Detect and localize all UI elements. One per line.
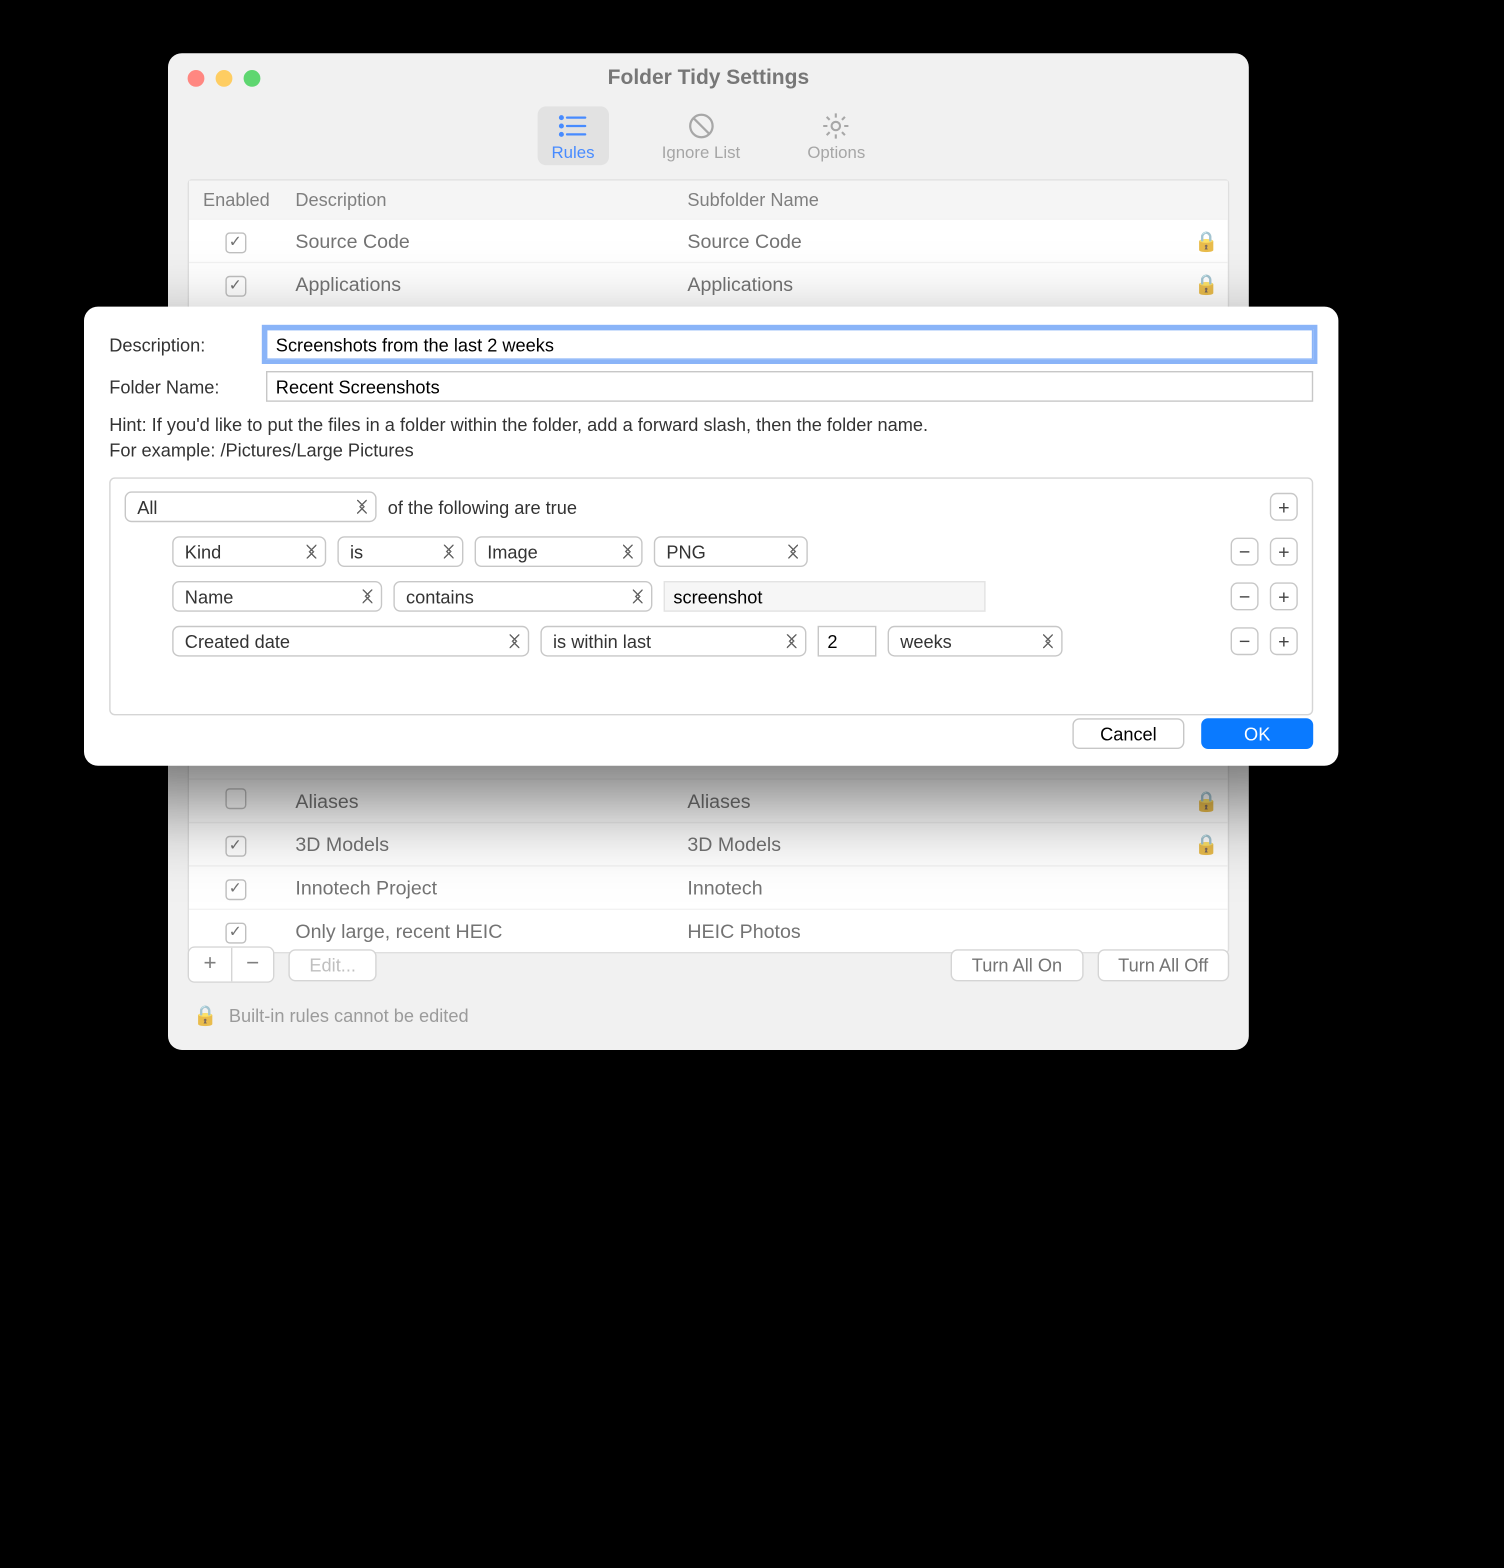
checkbox-icon[interactable] xyxy=(225,276,246,297)
add-rule-button[interactable]: + xyxy=(189,948,231,982)
cell-description: 3D Models xyxy=(281,825,673,864)
add-condition-button[interactable]: + xyxy=(1270,583,1298,611)
table-row[interactable]: Source Code Source Code 🔒 xyxy=(189,218,1228,261)
add-remove-segment: + − xyxy=(188,946,275,982)
unit-popup[interactable]: weeks xyxy=(888,626,1063,657)
table-row[interactable]: 3D Models 3D Models 🔒 xyxy=(189,822,1228,865)
remove-rule-button[interactable]: − xyxy=(231,948,273,982)
table-row[interactable]: Applications Applications 🔒 xyxy=(189,262,1228,305)
remove-condition-button[interactable]: − xyxy=(1231,628,1259,656)
minimize-icon[interactable] xyxy=(216,70,233,87)
cell-description: Source Code xyxy=(281,221,673,260)
lock-icon: 🔒 xyxy=(1194,789,1218,811)
cell-subfolder: Innotech xyxy=(673,868,1180,907)
traffic-lights xyxy=(188,70,261,87)
ok-button[interactable]: OK xyxy=(1201,718,1313,749)
cell-subfolder: HEIC Photos xyxy=(673,911,1180,950)
description-label: Description: xyxy=(109,334,249,355)
col-subfolder[interactable]: Subfolder Name xyxy=(673,181,1180,219)
attr-popup[interactable]: Created date xyxy=(172,626,529,657)
lock-icon: 🔒 xyxy=(1194,229,1218,251)
hint-text: Hint: If you'd like to put the files in … xyxy=(109,413,1313,464)
table-row[interactable]: Aliases Aliases 🔒 xyxy=(189,778,1228,821)
edit-button[interactable]: Edit... xyxy=(288,949,377,981)
no-icon xyxy=(686,112,717,140)
lock-icon: 🔒 xyxy=(193,1004,217,1028)
footer-note: 🔒 Built-in rules cannot be edited xyxy=(193,1004,468,1028)
footer-text: Built-in rules cannot be edited xyxy=(229,1005,469,1026)
window-title: Folder Tidy Settings xyxy=(168,53,1249,103)
cell-description: Innotech Project xyxy=(281,868,673,907)
match-popup[interactable]: All xyxy=(125,492,377,523)
cell-subfolder: 3D Models xyxy=(673,825,1180,864)
type-popup[interactable]: PNG xyxy=(654,537,808,568)
list-icon xyxy=(558,112,589,140)
close-icon[interactable] xyxy=(188,70,205,87)
attr-popup[interactable]: Name xyxy=(172,582,382,613)
rule-editor-sheet: Description: Folder Name: Hint: If you'd… xyxy=(84,307,1338,766)
table-header: Enabled Description Subfolder Name xyxy=(189,181,1228,219)
action-bar: + − Edit... Turn All On Turn All Off xyxy=(188,946,1230,982)
op-popup[interactable]: is within last xyxy=(540,626,806,657)
lock-icon: 🔒 xyxy=(1194,272,1218,294)
col-description[interactable]: Description xyxy=(281,181,673,219)
tab-label: Ignore List xyxy=(662,143,740,163)
add-condition-button[interactable]: + xyxy=(1270,538,1298,566)
lock-icon: 🔒 xyxy=(1194,832,1218,854)
tab-options[interactable]: Options xyxy=(793,106,879,165)
cancel-button[interactable]: Cancel xyxy=(1072,718,1184,749)
rule-builder: All of the following are true + Kind is … xyxy=(109,478,1313,716)
checkbox-icon[interactable] xyxy=(225,788,246,809)
cell-subfolder: Applications xyxy=(673,265,1180,304)
checkbox-icon[interactable] xyxy=(225,232,246,253)
col-enabled[interactable]: Enabled xyxy=(189,181,281,219)
checkbox-icon[interactable] xyxy=(225,836,246,857)
add-condition-button[interactable]: + xyxy=(1270,628,1298,656)
class-popup[interactable]: Image xyxy=(475,537,643,568)
cell-description: Only large, recent HEIC xyxy=(281,911,673,950)
match-suffix: of the following are true xyxy=(388,497,577,518)
table-row[interactable]: Innotech Project Innotech xyxy=(189,865,1228,908)
op-popup[interactable]: contains xyxy=(393,582,652,613)
gear-icon xyxy=(821,112,852,140)
cell-description: Applications xyxy=(281,265,673,304)
folder-name-label: Folder Name: xyxy=(109,376,249,397)
checkbox-icon[interactable] xyxy=(225,923,246,944)
tab-ignore-list[interactable]: Ignore List xyxy=(648,106,754,165)
zoom-icon[interactable] xyxy=(244,70,261,87)
turn-all-off-button[interactable]: Turn All Off xyxy=(1097,949,1229,981)
turn-all-on-button[interactable]: Turn All On xyxy=(951,949,1083,981)
cell-subfolder: Source Code xyxy=(673,221,1180,260)
cell-description: Aliases xyxy=(281,781,673,820)
tab-label: Options xyxy=(807,143,865,163)
titlebar: Folder Tidy Settings xyxy=(168,53,1249,103)
remove-condition-button[interactable]: − xyxy=(1231,538,1259,566)
remove-condition-button[interactable]: − xyxy=(1231,583,1259,611)
attr-popup[interactable]: Kind xyxy=(172,537,326,568)
value-input[interactable] xyxy=(664,582,986,613)
description-input[interactable] xyxy=(266,329,1313,360)
cell-subfolder: Aliases xyxy=(673,781,1180,820)
checkbox-icon[interactable] xyxy=(225,879,246,900)
toolbar: Rules Ignore List Options xyxy=(168,104,1249,180)
add-group-button[interactable]: + xyxy=(1270,493,1298,521)
tab-rules[interactable]: Rules xyxy=(538,106,609,165)
folder-name-input[interactable] xyxy=(266,371,1313,402)
number-input[interactable] xyxy=(818,626,877,657)
op-popup[interactable]: is xyxy=(337,537,463,568)
tab-label: Rules xyxy=(552,143,595,163)
